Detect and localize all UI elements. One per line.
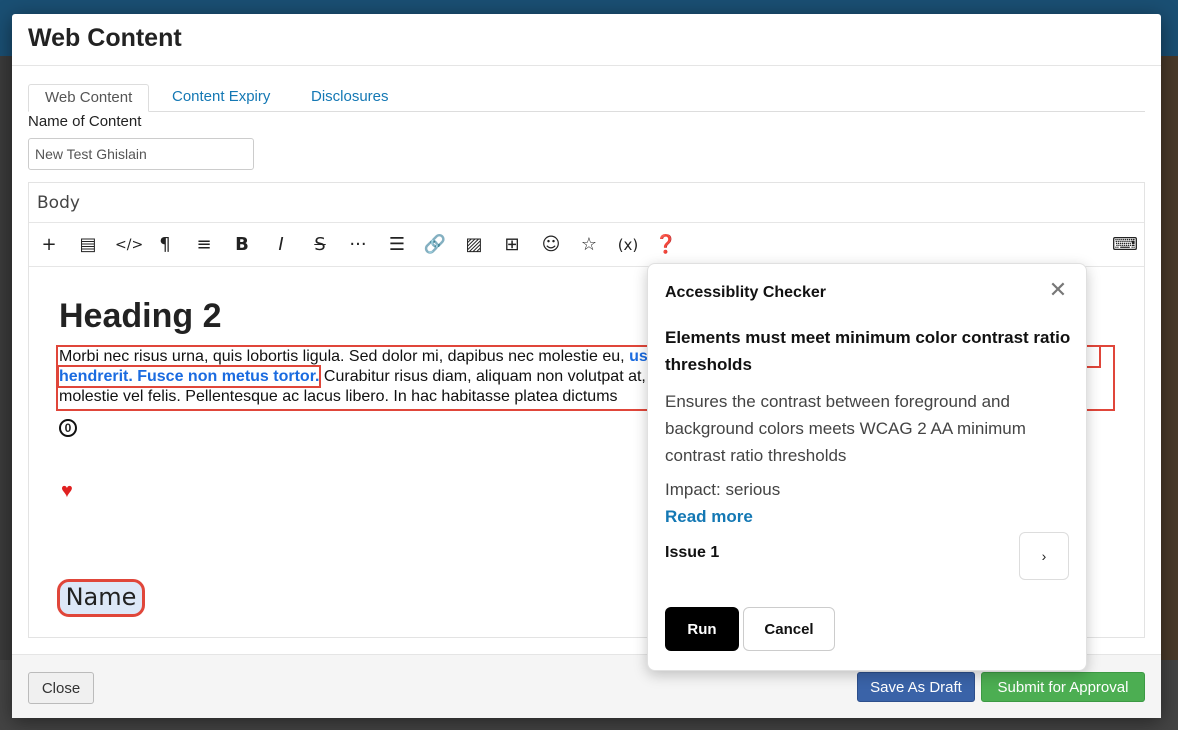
strikethrough-icon[interactable]: S: [308, 233, 332, 257]
link-icon[interactable]: 🔗: [423, 233, 447, 257]
run-button[interactable]: Run: [665, 607, 739, 651]
submit-for-approval-button[interactable]: Submit for Approval: [981, 672, 1145, 702]
a11y-rule-title: Elements must meet minimum color contras…: [665, 328, 1071, 374]
close-icon[interactable]: ✕: [1046, 278, 1070, 302]
a11y-rule-description: Ensures the contrast between foreground …: [665, 392, 1026, 465]
name-of-content-label: Name of Content: [28, 113, 142, 130]
editor-toolbar: + ▤ </> ¶ ≡ B I S ··· ☰ 🔗 ▨ ⊞ ☺ ☆ (x) ❓ …: [29, 223, 1144, 267]
body-label: Body: [29, 183, 1144, 223]
bold-icon[interactable]: B: [230, 233, 254, 257]
star-icon[interactable]: ☆: [577, 233, 601, 257]
tab-web-content[interactable]: Web Content: [28, 84, 150, 112]
variable-icon[interactable]: (x): [616, 233, 640, 257]
plus-icon[interactable]: +: [37, 233, 61, 257]
background-image: [1158, 56, 1178, 676]
image-icon[interactable]: ▨: [462, 233, 486, 257]
next-issue-button[interactable]: ›: [1019, 532, 1069, 580]
link-issue-highlight: [57, 365, 321, 388]
italic-icon[interactable]: I: [269, 233, 293, 257]
align-icon[interactable]: ≡: [192, 233, 216, 257]
a11y-issue-label: Issue 1: [665, 544, 720, 561]
tab-bar: Web Content Content Expiry Disclosures: [28, 84, 1145, 112]
read-more-link[interactable]: Read more: [665, 507, 753, 527]
name-of-content-input[interactable]: [28, 138, 254, 170]
heart-icon: ♥: [61, 480, 73, 502]
heading-2: Heading 2: [59, 297, 222, 335]
accessibility-checker-panel: Accessiblity Checker ✕ Elements must mee…: [647, 263, 1087, 671]
modal-title: Web Content: [28, 24, 182, 52]
table-icon[interactable]: ⊞: [500, 233, 524, 257]
zero-circle-icon: 0: [59, 419, 77, 437]
cancel-button[interactable]: Cancel: [743, 607, 835, 651]
modal-header: Web Content: [12, 14, 1161, 66]
close-button[interactable]: Close: [28, 672, 94, 704]
a11y-title: Accessiblity Checker: [665, 284, 826, 301]
paragraph-icon[interactable]: ¶: [153, 233, 177, 257]
template-icon[interactable]: ▤: [76, 233, 100, 257]
emoji-icon[interactable]: ☺: [539, 233, 563, 257]
list-icon[interactable]: ☰: [385, 233, 409, 257]
tab-content-expiry[interactable]: Content Expiry: [156, 84, 286, 112]
tab-disclosures[interactable]: Disclosures: [295, 84, 405, 112]
more-icon[interactable]: ···: [346, 233, 370, 257]
a11y-impact: Impact: serious: [665, 480, 781, 499]
save-as-draft-button[interactable]: Save As Draft: [857, 672, 975, 702]
code-icon[interactable]: </>: [115, 233, 143, 257]
keyboard-icon[interactable]: ⌨: [1112, 233, 1138, 257]
help-icon[interactable]: ❓: [654, 233, 678, 257]
name-variable-chip[interactable]: Name: [57, 579, 145, 617]
